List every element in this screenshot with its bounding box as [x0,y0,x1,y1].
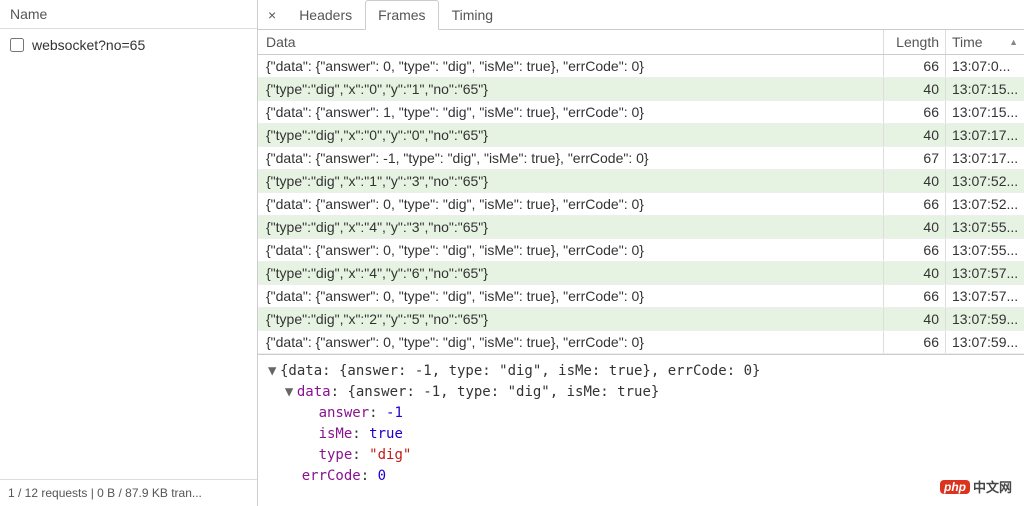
tab-headers[interactable]: Headers [286,0,365,30]
detail-panel: × Headers Frames Timing Data Length Time… [258,0,1024,506]
tree-key: type [319,447,353,463]
frame-time: 13:07:17... [946,147,1024,169]
frame-time: 13:07:17... [946,124,1024,146]
frame-data: {"type":"dig","x":"4","y":"3","no":"65"} [258,216,884,238]
frame-length: 40 [884,216,946,238]
frames-table-header: Data Length Time ▲ [258,30,1024,55]
frames-list: {"data": {"answer": 0, "type": "dig", "i… [258,55,1024,354]
frame-row[interactable]: {"data": {"answer": 1, "type": "dig", "i… [258,101,1024,124]
close-icon[interactable]: × [258,7,286,23]
frame-length: 40 [884,170,946,192]
tree-value: -1 [386,405,403,421]
status-bar: 1 / 12 requests | 0 B / 87.9 KB tran... [0,479,257,506]
frame-detail: ▼{data: {answer: -1, type: "dig", isMe: … [258,354,1024,493]
frame-data: {"type":"dig","x":"0","y":"0","no":"65"} [258,124,884,146]
frame-time: 13:07:59... [946,308,1024,330]
frame-length: 66 [884,193,946,215]
frame-length: 66 [884,239,946,261]
frame-data: {"data": {"answer": 0, "type": "dig", "i… [258,285,884,307]
frame-time: 13:07:15... [946,101,1024,123]
frame-row[interactable]: {"data": {"answer": 0, "type": "dig", "i… [258,193,1024,216]
frame-row[interactable]: {"data": {"answer": -1, "type": "dig", "… [258,147,1024,170]
frame-data: {"data": {"answer": 1, "type": "dig", "i… [258,101,884,123]
tabs-bar: × Headers Frames Timing [258,0,1024,30]
frame-row[interactable]: {"data": {"answer": 0, "type": "dig", "i… [258,331,1024,354]
frame-data: {"data": {"answer": 0, "type": "dig", "i… [258,55,884,77]
tree-key: data [297,384,331,400]
frame-length: 66 [884,285,946,307]
frame-row[interactable]: {"data": {"answer": 0, "type": "dig", "i… [258,55,1024,78]
frame-data: {"type":"dig","x":"1","y":"3","no":"65"} [258,170,884,192]
frame-length: 40 [884,124,946,146]
tree-key: isMe [319,426,353,442]
frame-row[interactable]: {"type":"dig","x":"0","y":"0","no":"65"}… [258,124,1024,147]
frame-length: 66 [884,55,946,77]
name-column-header[interactable]: Name [0,0,257,29]
disclosure-triangle-icon[interactable]: ▼ [268,361,280,382]
request-row[interactable]: websocket?no=65 [0,33,257,57]
request-checkbox[interactable] [10,38,24,52]
watermark-logo: php [940,480,970,494]
frame-data: {"data": {"answer": 0, "type": "dig", "i… [258,239,884,261]
frame-data: {"data": {"answer": 0, "type": "dig", "i… [258,193,884,215]
watermark: php 中文网 [940,477,1012,496]
request-name: websocket?no=65 [32,37,145,53]
sort-ascending-icon: ▲ [1009,37,1018,47]
tab-timing[interactable]: Timing [439,0,507,30]
frame-row[interactable]: {"type":"dig","x":"0","y":"1","no":"65"}… [258,78,1024,101]
frame-time: 13:07:55... [946,216,1024,238]
length-column-header[interactable]: Length [884,30,946,54]
tree-value: 0 [378,468,386,484]
frame-time: 13:07:59... [946,331,1024,353]
frame-row[interactable]: {"type":"dig","x":"1","y":"3","no":"65"}… [258,170,1024,193]
frame-data: {"data": {"answer": -1, "type": "dig", "… [258,147,884,169]
frame-time: 13:07:52... [946,193,1024,215]
frame-data: {"data": {"answer": 0, "type": "dig", "i… [258,331,884,353]
requests-panel: Name websocket?no=65 1 / 12 requests | 0… [0,0,258,506]
frame-row[interactable]: {"type":"dig","x":"2","y":"5","no":"65"}… [258,308,1024,331]
frame-row[interactable]: {"type":"dig","x":"4","y":"3","no":"65"}… [258,216,1024,239]
frame-length: 40 [884,308,946,330]
frame-row[interactable]: {"type":"dig","x":"4","y":"6","no":"65"}… [258,262,1024,285]
tree-value: "dig" [369,447,411,463]
requests-list: websocket?no=65 [0,29,257,479]
frame-data: {"type":"dig","x":"4","y":"6","no":"65"} [258,262,884,284]
time-column-header[interactable]: Time ▲ [946,30,1024,54]
frame-length: 40 [884,262,946,284]
frame-data: {"type":"dig","x":"0","y":"1","no":"65"} [258,78,884,100]
frame-length: 67 [884,147,946,169]
frame-length: 66 [884,101,946,123]
disclosure-triangle-icon[interactable]: ▼ [285,382,297,403]
tree-value: true [369,426,403,442]
frame-length: 40 [884,78,946,100]
data-column-header[interactable]: Data [258,30,884,54]
tree-key: answer [319,405,370,421]
frame-time: 13:07:57... [946,285,1024,307]
frame-time: 13:07:0... [946,55,1024,77]
frame-time: 13:07:55... [946,239,1024,261]
watermark-text: 中文网 [973,477,1012,496]
frame-data: {"type":"dig","x":"2","y":"5","no":"65"} [258,308,884,330]
tab-frames[interactable]: Frames [365,0,438,30]
tree-key: errCode [302,468,361,484]
frame-time: 13:07:52... [946,170,1024,192]
frame-length: 66 [884,331,946,353]
frame-row[interactable]: {"data": {"answer": 0, "type": "dig", "i… [258,239,1024,262]
frame-time: 13:07:15... [946,78,1024,100]
frame-time: 13:07:57... [946,262,1024,284]
frame-row[interactable]: {"data": {"answer": 0, "type": "dig", "i… [258,285,1024,308]
